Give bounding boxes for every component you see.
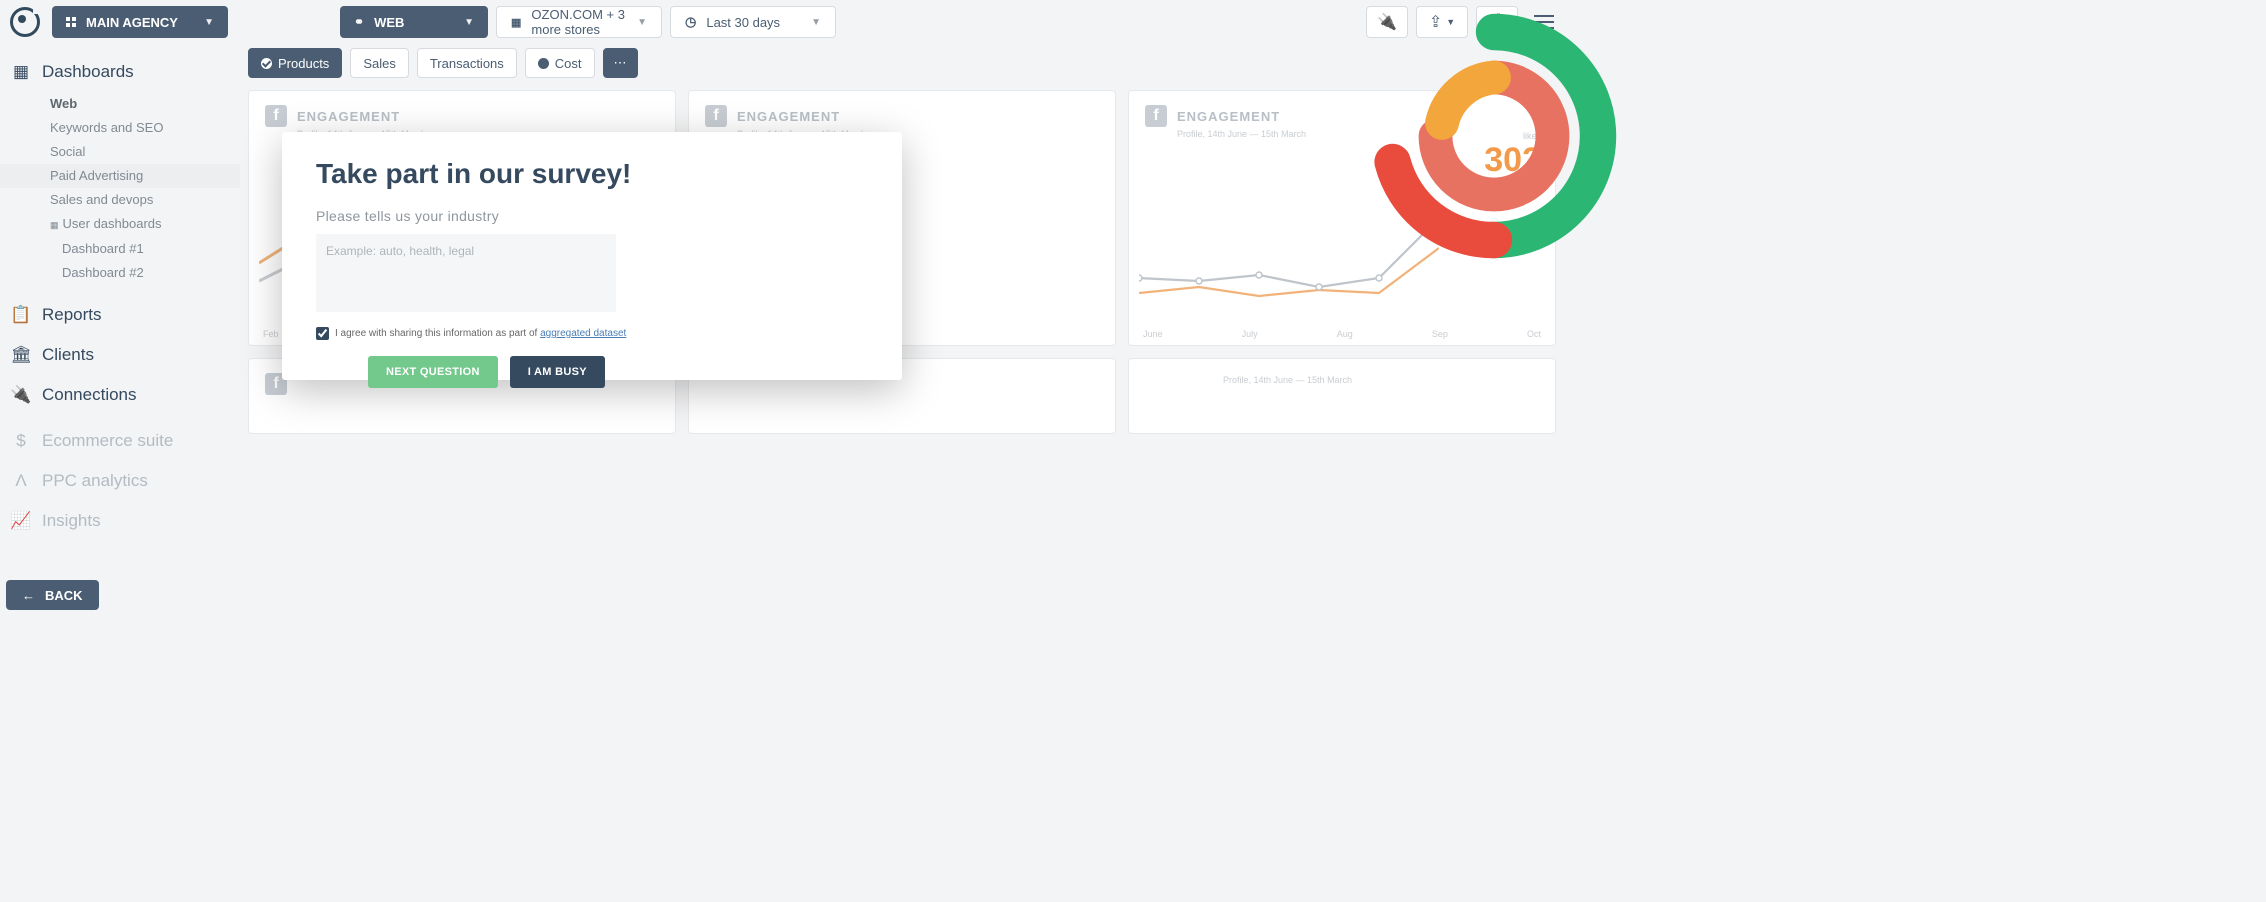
sidebar-item-dashboard-1[interactable]: Dashboard #1 [62, 237, 240, 261]
modal-title: Take part in our survey! [316, 158, 868, 190]
context-label: WEB [374, 15, 404, 30]
sidebar-item-keywords[interactable]: Keywords and SEO [50, 116, 240, 140]
back-button[interactable]: ← BACK [6, 580, 99, 610]
agency-label: MAIN AGENCY [86, 15, 178, 30]
industry-input[interactable] [316, 234, 616, 312]
sidebar-item-social[interactable]: Social [50, 140, 240, 164]
axis-label: June [1143, 329, 1163, 339]
store-dropdown[interactable]: ▦ OZON.COM + 3 more stores ▼ [496, 6, 662, 38]
nav-reports-label: Reports [42, 305, 102, 325]
facebook-icon: f [1145, 105, 1167, 127]
engagement-card: Profile, 14th June — 15th March [1128, 358, 1556, 434]
card-title: ENGAGEMENT [737, 109, 840, 124]
sidebar-item-user-dashboards[interactable]: ▦User dashboards [50, 212, 240, 237]
dots-icon: ⋯ [614, 55, 627, 71]
store-label: OZON.COM + 3 more stores [531, 7, 627, 37]
consent-text: I agree with sharing this information as… [335, 328, 626, 339]
clock-icon: ◷ [685, 14, 696, 30]
chevron-down-icon: ▼ [637, 17, 647, 28]
dashboard-icon: ▦ [12, 63, 30, 81]
check-icon [261, 58, 272, 69]
nav-ppc[interactable]: Λ PPC analytics [0, 461, 240, 501]
filter-pills: Products Sales Transactions Cost ⋯ [248, 44, 1556, 90]
chart-icon: 📈 [12, 512, 30, 530]
context-dropdown[interactable]: ⚭ WEB ▼ [340, 6, 488, 38]
dashboards-subnav: Web Keywords and SEO Social Paid Adverti… [0, 92, 240, 285]
plug-icon: 🔌 [12, 386, 30, 404]
nav-clients[interactable]: 🏛 Clients [0, 335, 240, 375]
card-xaxis: June July Aug Sep Oct [1143, 329, 1541, 339]
daterange-dropdown[interactable]: ◷ Last 30 days ▼ [670, 6, 836, 38]
bank-icon: 🏛 [12, 346, 30, 364]
nav-ecommerce-label: Ecommerce suite [42, 431, 173, 451]
sidebar-item-web[interactable]: Web [50, 92, 240, 116]
chevron-down-icon: ▼ [811, 17, 821, 28]
sidebar-item-sales-devops[interactable]: Sales and devops [50, 188, 240, 212]
axis-label: Oct [1527, 329, 1541, 339]
nav-clients-label: Clients [42, 345, 94, 365]
nav-ppc-label: PPC analytics [42, 471, 148, 491]
pill-products-label: Products [278, 56, 329, 71]
nav-connections-label: Connections [42, 385, 137, 405]
nav-insights[interactable]: 📈 Insights [0, 501, 240, 541]
nav-insights-label: Insights [42, 511, 101, 531]
pill-cost-label: Cost [555, 56, 582, 71]
pill-products[interactable]: Products [248, 48, 342, 78]
grid-icon: ▦ [511, 16, 521, 29]
next-question-button[interactable]: NEXT QUESTION [368, 356, 498, 388]
top-bar: MAIN AGENCY ▼ ⚭ WEB ▼ ▦ OZON.COM + 3 mor… [0, 0, 1564, 44]
survey-graphic [1364, 6, 1624, 266]
clipboard-icon: 📋 [12, 306, 30, 324]
survey-modal: Take part in our survey! Please tells us… [282, 132, 902, 380]
sidebar-item-dashboard-2[interactable]: Dashboard #2 [62, 261, 240, 285]
share-icon: ⚭ [354, 15, 364, 29]
axis-label: July [1242, 329, 1258, 339]
back-label: BACK [45, 588, 83, 603]
arrow-left-icon: ← [22, 588, 35, 603]
facebook-icon: f [705, 105, 727, 127]
daterange-label: Last 30 days [706, 15, 780, 30]
pill-transactions[interactable]: Transactions [417, 48, 517, 78]
nav-dashboards-label: Dashboards [42, 62, 134, 82]
grid-icon [66, 17, 76, 27]
card-title: ENGAGEMENT [297, 109, 400, 124]
check-icon [538, 58, 549, 69]
card-title: ENGAGEMENT [1177, 109, 1280, 124]
nav-dashboards[interactable]: ▦ Dashboards [0, 52, 240, 92]
app-logo [10, 7, 40, 37]
axis-label: Sep [1432, 329, 1448, 339]
ads-icon: Λ [12, 472, 30, 490]
chevron-down-icon: ▼ [204, 17, 214, 28]
axis-label: Aug [1337, 329, 1353, 339]
modal-actions: NEXT QUESTION I AM BUSY [368, 356, 868, 388]
i-am-busy-button[interactable]: I AM BUSY [510, 356, 605, 388]
chevron-down-icon: ▼ [464, 17, 474, 28]
sidebar-item-paid-advertising[interactable]: Paid Advertising [0, 164, 240, 188]
consent-row[interactable]: I agree with sharing this information as… [316, 327, 868, 340]
consent-checkbox[interactable] [316, 327, 329, 340]
pill-cost[interactable]: Cost [525, 48, 595, 78]
nav-connections[interactable]: 🔌 Connections [0, 375, 240, 415]
dollar-icon: $ [12, 432, 30, 450]
pill-more[interactable]: ⋯ [603, 48, 638, 78]
axis-label: Feb [263, 329, 279, 339]
sidebar: ▦ Dashboards Web Keywords and SEO Social… [0, 44, 240, 622]
facebook-icon: f [265, 105, 287, 127]
nav-ecommerce[interactable]: $ Ecommerce suite [0, 421, 240, 461]
modal-question: Please tells us your industry [316, 208, 868, 224]
aggregated-dataset-link[interactable]: aggregated dataset [540, 328, 626, 339]
agency-dropdown[interactable]: MAIN AGENCY ▼ [52, 6, 228, 38]
card-subtitle: Profile, 14th June — 15th March [1223, 375, 1539, 385]
pill-sales[interactable]: Sales [350, 48, 409, 78]
nav-reports[interactable]: 📋 Reports [0, 295, 240, 335]
